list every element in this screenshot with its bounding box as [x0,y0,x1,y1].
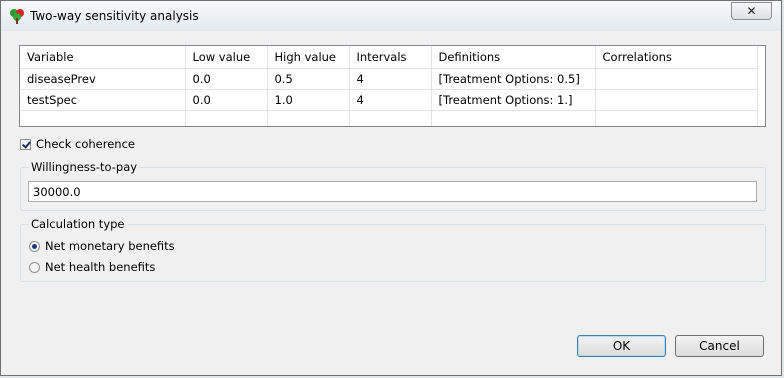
calculation-type-group: Calculation type Net monetary benefits N… [20,217,766,282]
app-tree-icon [10,9,24,24]
net-monetary-benefits-radio[interactable] [29,240,40,252]
net-health-benefits-label: Net health benefits [45,260,156,274]
table-cell[interactable]: 1.0 [267,89,350,111]
column-header-correlations[interactable]: Correlations [595,46,758,69]
table-cell[interactable] [267,110,350,126]
net-health-benefits-option[interactable]: Net health benefits [29,260,155,274]
table-cell[interactable] [185,110,268,126]
table-cell[interactable] [349,110,432,126]
column-header-variable[interactable]: Variable [20,46,186,69]
check-coherence-option[interactable]: Check coherence [20,137,135,151]
willingness-to-pay-group: Willingness-to-pay 30000.0 [20,160,766,211]
table-cell[interactable] [431,110,596,126]
check-coherence-checkbox[interactable] [20,138,31,150]
willingness-to-pay-input[interactable]: 30000.0 [28,181,757,202]
willingness-to-pay-label: Willingness-to-pay [29,160,140,174]
table-cell[interactable] [20,110,186,126]
table-cell[interactable] [595,89,758,111]
table-cell[interactable] [595,68,758,90]
table-cell[interactable]: [Treatment Options: 0.5] [431,68,596,90]
table-cell[interactable]: diseasePrev [20,68,186,90]
net-monetary-benefits-label: Net monetary benefits [45,239,175,253]
table-header-row: Variable Low value High value Intervals … [20,46,758,69]
close-button[interactable]: ✕ [731,2,772,20]
table-cell[interactable]: [Treatment Options: 1.] [431,89,596,111]
cancel-button[interactable]: Cancel [675,335,764,357]
table-row[interactable]: diseasePrev 0.0 0.5 4 [Treatment Options… [20,68,758,90]
table-cell[interactable]: 4 [349,89,432,111]
title-bar[interactable]: Two-way sensitivity analysis ✕ [1,1,781,31]
window-title: Two-way sensitivity analysis [30,9,199,23]
net-monetary-benefits-option[interactable]: Net monetary benefits [29,239,175,253]
ok-button[interactable]: OK [577,335,666,357]
table-cell[interactable]: 0.0 [185,68,268,90]
table-cell[interactable]: 0.0 [185,89,268,111]
table-cell[interactable] [595,110,758,126]
table-cell[interactable]: testSpec [20,89,186,111]
table-cell[interactable]: 4 [349,68,432,90]
table-row[interactable]: testSpec 0.0 1.0 4 [Treatment Options: 1… [20,89,758,111]
variables-table[interactable]: Variable Low value High value Intervals … [19,45,766,127]
check-coherence-label: Check coherence [36,137,135,151]
table-cell[interactable]: 0.5 [267,68,350,90]
sensitivity-dialog: Two-way sensitivity analysis ✕ Variable … [0,0,782,376]
calculation-type-label: Calculation type [29,217,127,231]
column-header-high-value[interactable]: High value [267,46,350,69]
column-header-low-value[interactable]: Low value [185,46,268,69]
table-row-empty[interactable] [20,110,758,126]
column-header-intervals[interactable]: Intervals [349,46,432,69]
dialog-body: Variable Low value High value Intervals … [2,31,780,374]
close-icon: ✕ [746,4,757,18]
column-header-definitions[interactable]: Definitions [431,46,596,69]
net-health-benefits-radio[interactable] [29,261,40,273]
